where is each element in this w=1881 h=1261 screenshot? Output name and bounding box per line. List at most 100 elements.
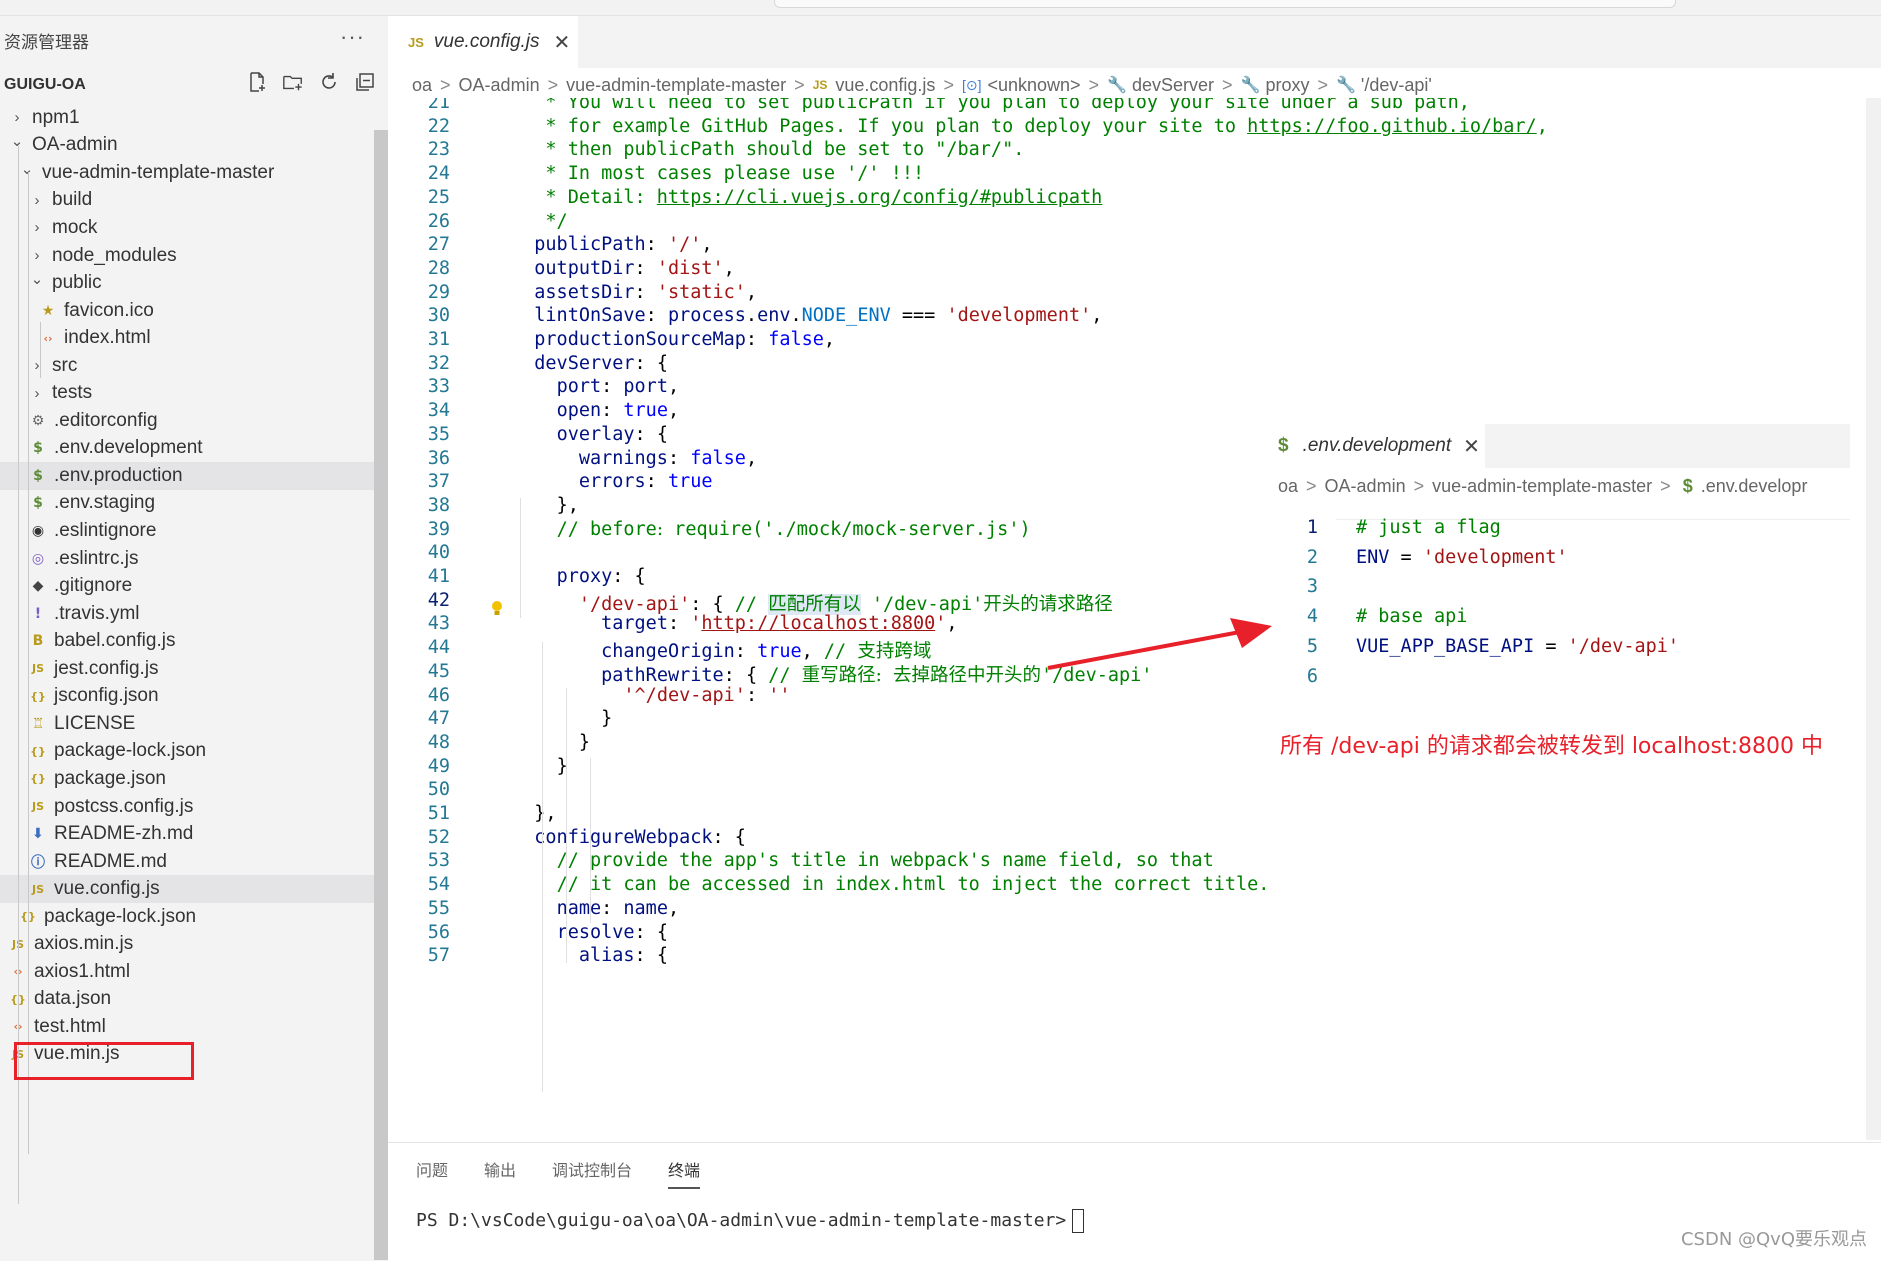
code-line[interactable]: errors: true	[512, 471, 713, 492]
tree-item[interactable]: $ .env.production	[0, 462, 388, 490]
tab-problems[interactable]: 问题	[416, 1157, 448, 1189]
tree-item[interactable]: › npm1	[0, 104, 388, 132]
breadcrumb-proxy[interactable]: proxy	[1265, 75, 1309, 96]
chevron-right-icon[interactable]: ›	[8, 109, 26, 126]
code-line[interactable]: lintOnSave: process.env.NODE_ENV === 'de…	[512, 305, 1102, 326]
code-line[interactable]: devServer: {	[512, 353, 668, 374]
tab-vue-config[interactable]: JS vue.config.js ✕	[388, 16, 578, 68]
tree-item[interactable]: ‹› index.html	[0, 324, 388, 352]
tree-item[interactable]: › src	[0, 352, 388, 380]
breadcrumb-file[interactable]: vue.config.js	[835, 75, 935, 96]
code-line[interactable]: * Detail: https://cli.vuejs.org/config/#…	[512, 187, 1102, 208]
code-line[interactable]: name: name,	[512, 898, 680, 919]
tree-item[interactable]: ‹›test.html	[0, 1013, 388, 1041]
tab-debug-console[interactable]: 调试控制台	[552, 1157, 632, 1189]
env-line[interactable]: ENV = 'development'	[1356, 547, 1568, 568]
chevron-right-icon[interactable]: ›	[28, 357, 46, 374]
code-line[interactable]: changeOrigin: true, // 支持跨域	[512, 637, 931, 663]
breadcrumb-oa-admin[interactable]: OA-admin	[1325, 476, 1406, 497]
tree-item[interactable]: ◆ .gitignore	[0, 572, 388, 600]
tree-item[interactable]: ⌄ OA-admin	[0, 132, 388, 160]
code-line[interactable]: }	[512, 708, 612, 729]
code-line[interactable]: */	[512, 211, 567, 232]
terminal-prompt[interactable]: PS D:\vsCode\guigu-oa\oa\OA-admin\vue-ad…	[416, 1209, 1085, 1233]
tree-item[interactable]: {} jsconfig.json	[0, 683, 388, 711]
tree-item[interactable]: ⌄ vue-admin-template-master	[0, 159, 388, 187]
tree-item[interactable]: › mock	[0, 214, 388, 242]
tab-env-development[interactable]: $ .env.development ✕	[1270, 424, 1485, 468]
breadcrumb-dev-api[interactable]: '/dev-api'	[1361, 75, 1432, 96]
tree-item[interactable]: JS vue.config.js	[0, 875, 388, 903]
tree-item[interactable]: Bbabel.config.js	[0, 627, 388, 655]
code-line[interactable]: publicPath: '/',	[512, 234, 712, 255]
chevron-right-icon[interactable]: ›	[28, 192, 46, 209]
code-line[interactable]: open: true,	[512, 400, 680, 421]
env-line[interactable]: # just a flag	[1356, 517, 1501, 538]
chevron-down-icon[interactable]: ⌄	[8, 132, 26, 150]
tree-item[interactable]: › tests	[0, 380, 388, 408]
code-line[interactable]: // before: require('./mock/mock-server.j…	[512, 519, 1031, 540]
code-line[interactable]: resolve: {	[512, 922, 668, 943]
breadcrumb-oa[interactable]: oa	[412, 75, 432, 96]
code-line[interactable]: configureWebpack: {	[512, 827, 746, 848]
breadcrumb-oa[interactable]: oa	[1278, 476, 1298, 497]
env-line[interactable]: # base api	[1356, 606, 1467, 627]
tree-item[interactable]: ♖ LICENSE	[0, 710, 388, 738]
command-center[interactable]	[774, 0, 1676, 8]
new-folder-icon[interactable]	[282, 71, 304, 93]
tab-terminal[interactable]: 终端	[668, 1157, 701, 1189]
chevron-right-icon[interactable]: ›	[28, 247, 46, 264]
breadcrumb-template[interactable]: vue-admin-template-master	[1432, 476, 1652, 497]
close-tab-icon[interactable]: ✕	[554, 30, 571, 55]
code-line[interactable]: * In most cases please use '/' !!!	[512, 163, 924, 184]
sidebar-scrollbar[interactable]	[374, 130, 388, 1260]
tab-output[interactable]: 输出	[484, 1157, 516, 1189]
code-line[interactable]: port: port,	[512, 376, 680, 397]
breadcrumb-file[interactable]: .env.developr	[1701, 476, 1808, 497]
tree-item[interactable]: ◉ .eslintignore	[0, 517, 388, 545]
close-tab-icon[interactable]: ✕	[1463, 434, 1480, 459]
code-line[interactable]: alias: {	[512, 945, 668, 966]
breadcrumb-template[interactable]: vue-admin-template-master	[566, 75, 786, 96]
code-line[interactable]: '^/dev-api': ''	[512, 685, 790, 706]
tree-item[interactable]: ◎ .eslintrc.js	[0, 545, 388, 573]
chevron-down-icon[interactable]: ⌄	[28, 270, 46, 288]
more-actions-icon[interactable]: ···	[340, 24, 365, 50]
code-line[interactable]: * You will need to set publicPath if you…	[512, 98, 1469, 113]
editor-scrollbar[interactable]	[1866, 98, 1881, 1140]
tree-item[interactable]: › node_modules	[0, 242, 388, 270]
collapse-all-icon[interactable]	[354, 71, 376, 93]
tree-item[interactable]: ⬇ README-zh.md	[0, 820, 388, 848]
tree-item[interactable]: ⚙ .editorconfig	[0, 407, 388, 435]
breadcrumb-oa-admin[interactable]: OA-admin	[459, 75, 540, 96]
chevron-right-icon[interactable]: ›	[28, 385, 46, 402]
tree-item[interactable]: JS jest.config.js	[0, 655, 388, 683]
refresh-icon[interactable]	[318, 71, 340, 93]
code-line[interactable]: '/dev-api': { // 匹配所有以 '/dev-api'开头的请求路径	[512, 590, 1113, 616]
code-line[interactable]: // provide the app's title in webpack's …	[512, 850, 1214, 871]
code-line[interactable]: }	[512, 732, 590, 753]
breadcrumb-unknown[interactable]: <unknown>	[987, 75, 1080, 96]
chevron-down-icon[interactable]: ⌄	[18, 160, 36, 178]
code-line[interactable]: productionSourceMap: false,	[512, 329, 835, 350]
code-line[interactable]: * for example GitHub Pages. If you plan …	[512, 116, 1547, 137]
chevron-right-icon[interactable]: ›	[28, 219, 46, 236]
tree-item[interactable]: $ .env.staging	[0, 490, 388, 518]
code-line[interactable]: assetsDir: 'static',	[512, 282, 757, 303]
tree-item[interactable]: ‹›axios1.html	[0, 958, 388, 986]
code-line[interactable]: },	[512, 803, 556, 824]
code-line[interactable]: target: 'http://localhost:8800',	[512, 613, 957, 634]
lightbulb-icon[interactable]	[490, 600, 504, 618]
code-line[interactable]: }	[512, 756, 568, 777]
tree-item[interactable]: {} package.json	[0, 765, 388, 793]
code-line[interactable]: outputDir: 'dist',	[512, 258, 735, 279]
breadcrumb-devserver[interactable]: devServer	[1132, 75, 1214, 96]
tree-item[interactable]: ! .travis.yml	[0, 600, 388, 628]
tree-item[interactable]: ★ favicon.ico	[0, 297, 388, 325]
code-line[interactable]: },	[512, 495, 579, 516]
tree-item[interactable]: $ .env.development	[0, 435, 388, 463]
code-line[interactable]: overlay: {	[512, 424, 668, 445]
new-file-icon[interactable]	[246, 71, 268, 93]
tree-item[interactable]: ⌄ public	[0, 269, 388, 297]
tree-item[interactable]: JSaxios.min.js	[0, 931, 388, 959]
